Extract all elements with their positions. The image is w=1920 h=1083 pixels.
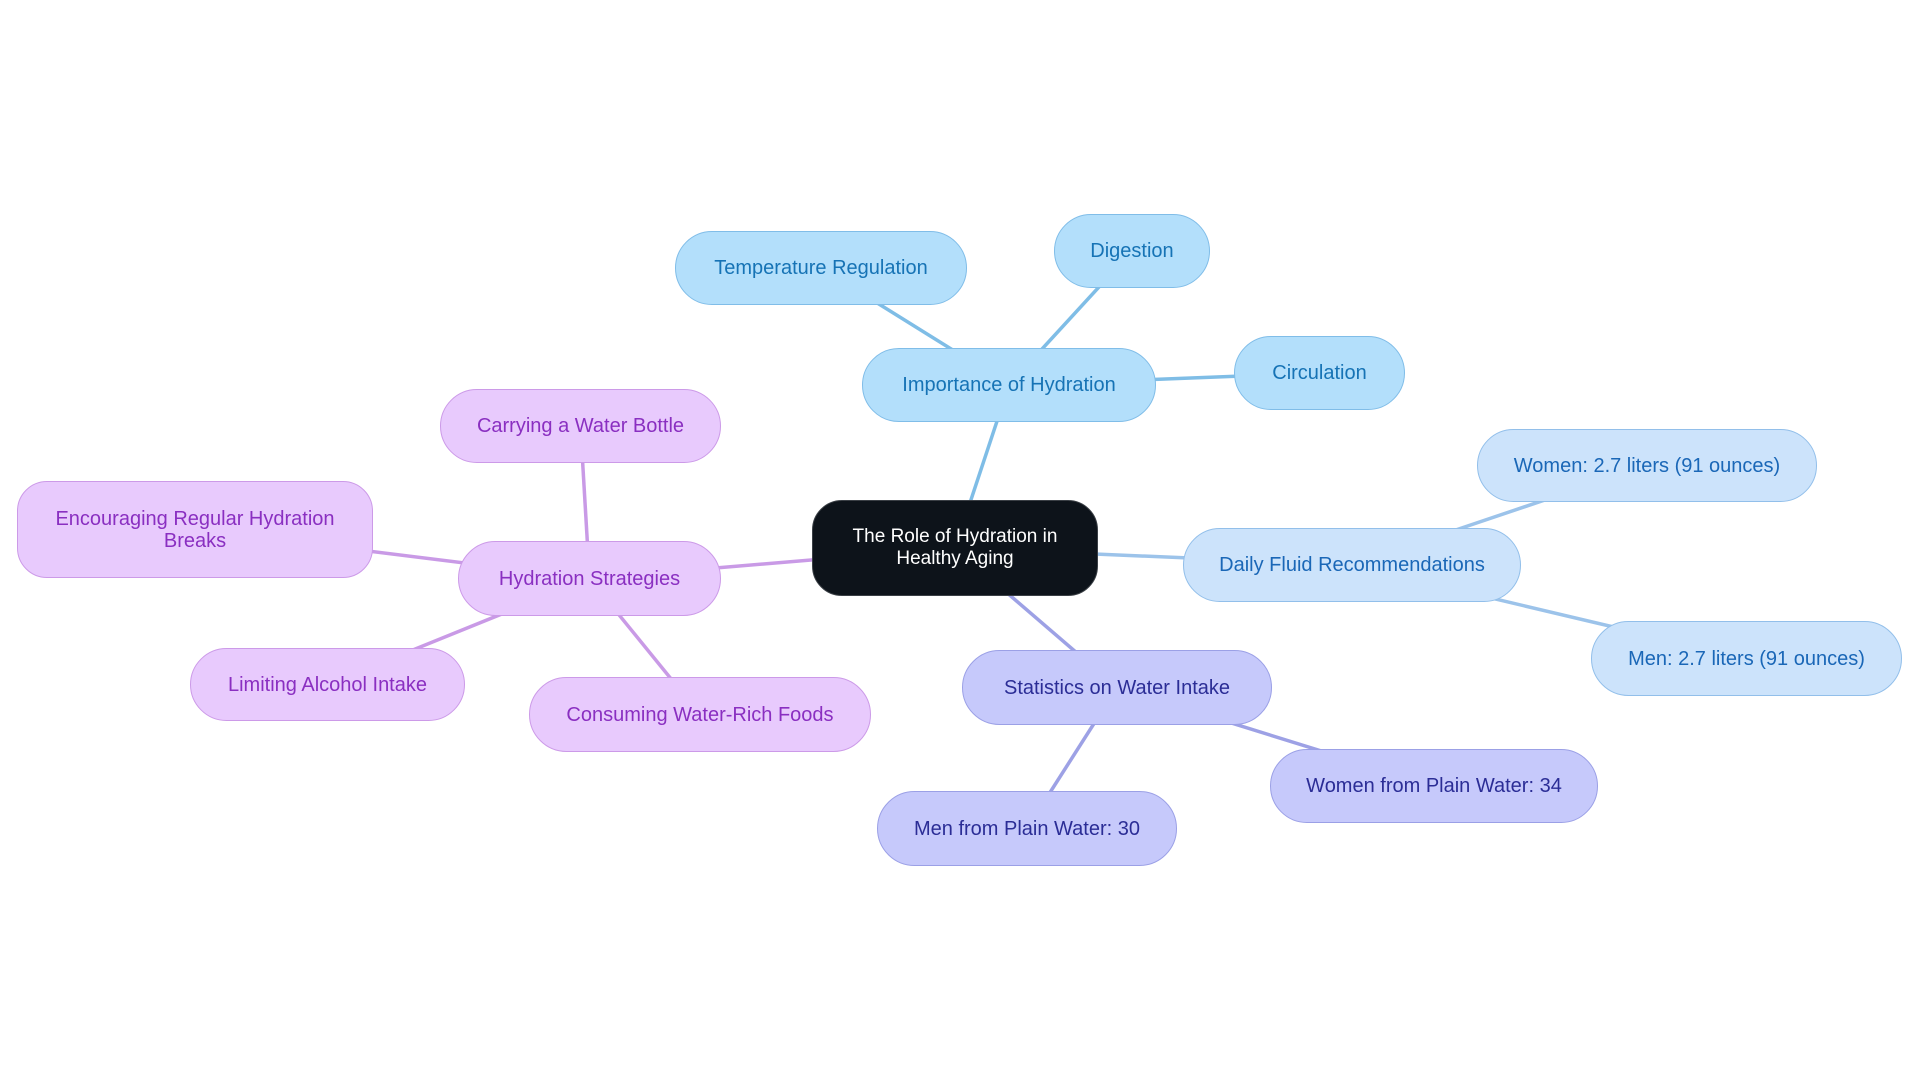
consuming-label: Consuming Water-Rich Foods <box>566 703 834 726</box>
stats-men-label: Men from Plain Water: 30 <box>913 817 1140 840</box>
digestion-label: Digestion <box>1090 240 1174 262</box>
consuming-water-rich-foods-node[interactable]: Consuming Water-Rich Foods <box>529 677 871 752</box>
temperature-regulation-node[interactable]: Temperature Regulation <box>675 231 967 305</box>
hydration-strategies-node[interactable]: Hydration Strategies <box>458 541 721 616</box>
digestion-node[interactable]: Digestion <box>1054 214 1210 288</box>
circulation-node[interactable]: Circulation <box>1234 336 1405 410</box>
root-label-line1: The Role of Hydration in <box>852 526 1058 547</box>
carrying-water-bottle-node[interactable]: Carrying a Water Bottle <box>440 389 721 463</box>
importance-label: Importance of Hydration <box>902 374 1116 396</box>
men-fluid-recommendation-node[interactable]: Men: 2.7 liters (91 ounces) <box>1591 621 1902 696</box>
limiting-label: Limiting Alcohol Intake <box>227 673 427 696</box>
stats-women-label: Women from Plain Water: 34 <box>1306 775 1562 797</box>
circulation-label: Circulation <box>1272 362 1367 384</box>
encouraging-label-line2: Breaks <box>163 529 227 552</box>
statistics-on-water-intake-node[interactable]: Statistics on Water Intake <box>962 650 1272 725</box>
temperature-label: Temperature Regulation <box>714 257 928 279</box>
women-fluid-recommendation-node[interactable]: Women: 2.7 liters (91 ounces) <box>1477 429 1817 502</box>
fluid-men-label: Men: 2.7 liters (91 ounces) <box>1628 647 1865 670</box>
fluid-label: Daily Fluid Recommendations <box>1219 554 1485 576</box>
statistics-label: Statistics on Water Intake <box>1003 676 1230 699</box>
root-node[interactable]: The Role of Hydration in Healthy Aging <box>812 500 1098 596</box>
root-label-line2: Healthy Aging <box>896 548 1014 569</box>
carrying-label: Carrying a Water Bottle <box>476 415 685 437</box>
women-plain-water-node[interactable]: Women from Plain Water: 34 <box>1270 749 1598 823</box>
limiting-alcohol-intake-node[interactable]: Limiting Alcohol Intake <box>190 648 465 721</box>
strategies-label: Hydration Strategies <box>498 567 681 590</box>
importance-of-hydration-node[interactable]: Importance of Hydration <box>862 348 1156 422</box>
daily-fluid-recommendations-node[interactable]: Daily Fluid Recommendations <box>1183 528 1521 602</box>
fluid-women-label: Women: 2.7 liters (91 ounces) <box>1513 454 1781 477</box>
encouraging-hydration-breaks-node[interactable]: Encouraging Regular Hydration Breaks <box>17 481 373 578</box>
men-plain-water-node[interactable]: Men from Plain Water: 30 <box>877 791 1177 866</box>
encouraging-label-line1: Encouraging Regular Hydration <box>55 507 335 530</box>
